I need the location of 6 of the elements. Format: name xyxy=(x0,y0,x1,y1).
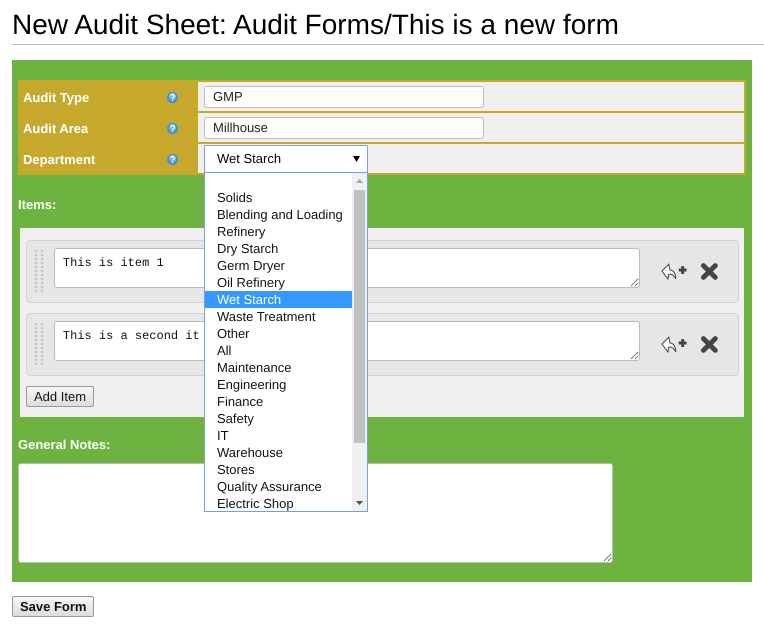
field-label: Audit Area xyxy=(18,113,167,144)
page-title: New Audit Sheet: Audit Forms/This is a new form xyxy=(12,0,764,45)
section-label: General Notes: xyxy=(18,437,110,452)
field-label: Audit Type xyxy=(18,82,167,113)
section-label: Items: xyxy=(18,197,56,212)
field-label: Department xyxy=(18,144,167,175)
